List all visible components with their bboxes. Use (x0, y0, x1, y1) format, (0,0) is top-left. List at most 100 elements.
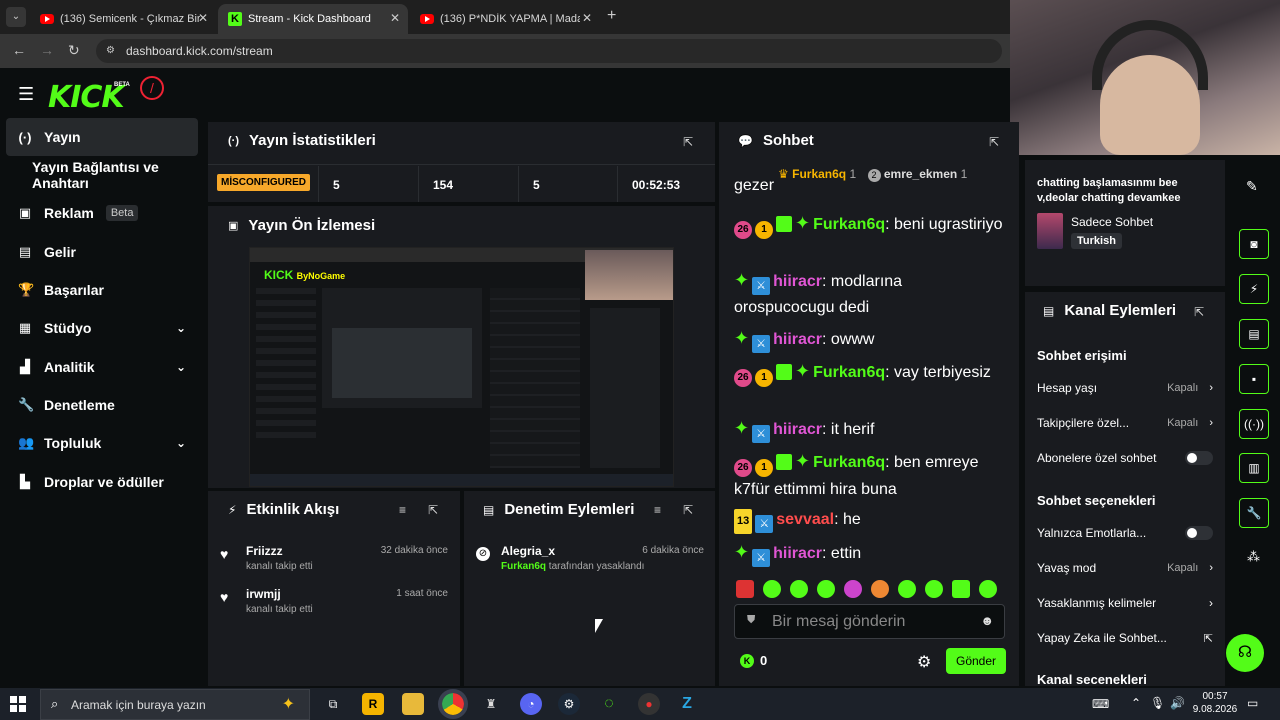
sidebar-item-stream-key[interactable]: Yayın Bağlantısı ve Anahtarı (6, 156, 211, 194)
chat-settings-icon[interactable]: ⚙ (917, 652, 931, 672)
emote-icon[interactable] (925, 580, 943, 598)
emotes-only-toggle[interactable] (1185, 526, 1213, 540)
chat-input[interactable]: ⛊ Bir mesaj gönderin ☻ (734, 604, 1005, 639)
sidebar-item-analitik[interactable]: ▟ Analitik ⌄ (6, 348, 198, 386)
sidebar-item-gelir[interactable]: ▤ Gelir (6, 233, 198, 271)
menu-icon[interactable]: ☰ (18, 84, 34, 105)
tab-search-icon[interactable]: ⌄ (6, 7, 26, 27)
wrench-icon[interactable]: 🔧 (1239, 498, 1269, 528)
emote-icon[interactable] (979, 580, 997, 598)
setting-account-age[interactable]: Hesap yaşı Kapalı › (1037, 381, 1213, 395)
chat-bubble-icon[interactable]: ▪ (1239, 364, 1269, 394)
clock[interactable]: 00:57 9.08.2026 (1190, 690, 1240, 716)
steam-icon[interactable]: ⚙ (558, 693, 580, 715)
emote-icon[interactable] (952, 580, 970, 598)
category-name[interactable]: Sadece Sohbet (1071, 215, 1153, 229)
stat-duration: 00:52:53 (632, 178, 681, 192)
mod-sword-icon: ⚔ (752, 425, 771, 443)
setting-slow-mode[interactable]: Yavaş mod Kapalı › (1037, 561, 1213, 575)
app-z-icon[interactable]: Z (676, 693, 698, 715)
chrome-icon[interactable] (438, 689, 468, 719)
keyboard-icon[interactable]: ⌨ (1092, 697, 1109, 711)
emote-icon[interactable] (844, 580, 862, 598)
sidebar-item-yayin[interactable]: (·) Yayın (6, 118, 198, 156)
popout-icon[interactable]: ⇱ (683, 135, 693, 149)
emote-icon[interactable] (898, 580, 916, 598)
discord-icon[interactable]: ◔ (520, 693, 542, 715)
popout-icon[interactable]: ⇱ (428, 503, 438, 517)
setting-emotes-only[interactable]: Yalnızca Emotlarla... (1037, 526, 1213, 540)
subscribers-only-toggle[interactable] (1185, 451, 1213, 465)
volume-icon[interactable]: 🔊 (1170, 696, 1185, 710)
back-icon[interactable]: ← (12, 42, 26, 58)
emote-icon[interactable] (817, 580, 835, 598)
close-icon[interactable]: ✕ (198, 11, 208, 25)
setting-banned-words[interactable]: Yasaklanmış kelimeler › (1037, 596, 1213, 610)
sidebar-item-studyo[interactable]: ▦ Stüdyo ⌄ (6, 309, 198, 347)
sidebar-item-reklam[interactable]: ▣ Reklam Beta (6, 194, 198, 232)
share-icon[interactable]: ⁂ (1247, 549, 1260, 565)
emote-icon[interactable] (790, 580, 808, 598)
kick-favicon-icon: K (228, 12, 242, 26)
microphone-icon[interactable]: 🎙 (1150, 696, 1165, 710)
preview-icon: ▣ (228, 220, 239, 232)
mod-sword-icon: ⚔ (752, 335, 771, 353)
emote-icon[interactable] (871, 580, 889, 598)
emote-icon[interactable] (763, 580, 781, 598)
windows-start-icon[interactable] (10, 696, 26, 712)
start-tile (19, 696, 26, 703)
file-explorer-icon[interactable] (402, 693, 424, 715)
setting-ai-chat[interactable]: Yapay Zeka ile Sohbet... ⇱ (1037, 631, 1213, 645)
edit-icon[interactable]: ✎ (1246, 178, 1258, 195)
trophy-icon: 🏆 (18, 282, 35, 297)
url-field[interactable]: ⚙ dashboard.kick.com/stream (96, 39, 1002, 63)
support-button[interactable]: ☊ (1226, 634, 1264, 672)
popout-icon[interactable]: ⇱ (1194, 305, 1204, 319)
setting-followers-only[interactable]: Takipçilere özel... Kapalı › (1037, 416, 1213, 430)
send-button[interactable]: Gönder (946, 648, 1006, 674)
app-r-icon[interactable]: R (362, 693, 384, 715)
setting-value: Kapalı › (1167, 417, 1213, 429)
filter-icon[interactable]: ≡ (399, 503, 406, 517)
browser-tab-kick[interactable]: K Stream - Kick Dashboard ✕ (218, 4, 408, 34)
close-icon[interactable]: ✕ (582, 11, 592, 25)
emote-icon[interactable] (736, 580, 754, 598)
stream-preview[interactable]: KICK ByNoGame (249, 247, 674, 487)
sidebar-item-droplar[interactable]: ▙ Droplar ve ödüller (6, 463, 198, 501)
site-info-icon[interactable]: ⚙ (106, 39, 115, 63)
sidebar-item-basarilar[interactable]: 🏆 Başarılar (6, 271, 198, 309)
emoji-icon[interactable]: ☻ (980, 613, 994, 628)
kick-points-icon[interactable]: K (740, 654, 754, 668)
reload-icon[interactable]: ↻ (68, 42, 80, 59)
kick-logo[interactable]: KICK (48, 80, 125, 115)
document-icon[interactable]: ▤ (1239, 319, 1269, 349)
steam-alt-icon[interactable]: ♜ (480, 693, 502, 715)
popout-icon[interactable]: ⇱ (989, 135, 999, 149)
camera-icon[interactable]: ◙ (1239, 229, 1269, 259)
filter-icon[interactable]: ≡ (654, 503, 661, 517)
lightning-icon[interactable]: ⚡ (1239, 274, 1269, 304)
heart-icon: ♥ (220, 589, 229, 605)
app-circle-icon[interactable]: ● (638, 693, 660, 715)
sidebar-item-denetleme[interactable]: 🔧 Denetleme (6, 386, 198, 424)
chevron-down-icon: ⌄ (175, 360, 186, 374)
mouse-cursor-icon (595, 619, 603, 633)
tray-chevron-icon[interactable]: ⌃ (1131, 696, 1141, 710)
sidebar-item-topluluk[interactable]: 👥 Topluluk ⌄ (6, 424, 198, 462)
youtube-icon (420, 14, 434, 24)
app-green-icon[interactable]: ◌ (598, 693, 620, 715)
task-view-icon[interactable]: ⧉ (322, 693, 344, 715)
broadcast-icon[interactable]: ((·)) (1239, 409, 1269, 439)
popout-icon[interactable]: ⇱ (683, 503, 693, 517)
language-tag[interactable]: Turkish (1071, 233, 1122, 249)
close-icon[interactable]: ✕ (390, 11, 400, 25)
layout-icon[interactable]: ▥ (1239, 453, 1269, 483)
notification-icon[interactable]: ▭ (1247, 696, 1258, 710)
forward-icon[interactable]: → (40, 42, 54, 58)
new-tab-button[interactable]: + (607, 7, 616, 25)
browser-tab-youtube-1[interactable]: (136) Semicenk - Çıkmaz Bir So ✕ (30, 4, 216, 34)
browser-tab-youtube-2[interactable]: (136) P*NDİK YAPMA | Madara ✕ (410, 4, 600, 34)
setting-subscribers-only[interactable]: Abonelere özel sohbet (1037, 451, 1213, 465)
taskbar-search[interactable]: ⌕ Aramak için buraya yazın ✦ (40, 689, 310, 720)
channel-actions-title: Kanal Eylemleri (1064, 302, 1177, 319)
